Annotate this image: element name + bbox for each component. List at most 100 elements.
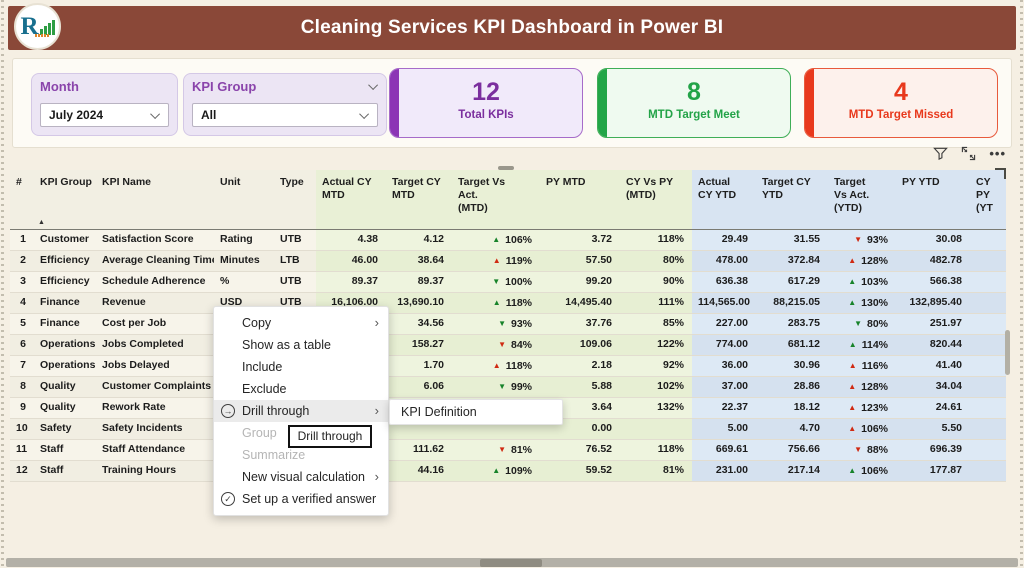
column-header[interactable]: Target Vs Act. (YTD) [828, 170, 896, 229]
visual-header-toolbar: ••• [933, 146, 1006, 161]
cell-unit: Rating [214, 230, 274, 250]
kpi-definition-label: KPI Definition [401, 405, 477, 419]
triangle-up-icon: ▲ [848, 383, 856, 391]
cell-act_ytd: 636.38 [692, 272, 756, 292]
cell-py_ytd: 566.38 [896, 272, 970, 292]
menu-item-new-visual-calculation[interactable]: New visual calculation› [214, 466, 388, 488]
menu-item-show-as-a-table[interactable]: Show as a table [214, 334, 388, 356]
percent-value: 130% [861, 294, 888, 313]
chevron-down-icon[interactable] [368, 80, 378, 90]
submenu-chevron-icon: › [375, 400, 379, 422]
filter-icon[interactable] [933, 146, 948, 161]
column-header[interactable]: Type [274, 170, 316, 229]
horizontal-scrollbar[interactable] [6, 558, 1018, 567]
column-header[interactable]: Target CY MTD [386, 170, 452, 229]
mtd-target-missed-card[interactable]: 4 MTD Target Missed [804, 68, 998, 138]
column-header[interactable]: Unit [214, 170, 274, 229]
cell-cyvpy_mtd: 81% [620, 461, 692, 481]
drillthrough-submenu-item[interactable]: KPI Definition [389, 399, 563, 425]
context-menu: Copy›Show as a tableIncludeExclude→Drill… [213, 306, 389, 516]
cell-type: UTB [274, 230, 316, 250]
triangle-down-icon: ▼ [498, 383, 506, 391]
month-slicer: Month July 2024 [31, 73, 178, 136]
column-header[interactable]: Target CY YTD [756, 170, 828, 229]
percent-value: 88% [867, 441, 888, 460]
column-header[interactable]: Actual CY MTD [316, 170, 386, 229]
month-dropdown[interactable]: July 2024 [40, 103, 169, 127]
horizontal-scrollbar-thumb[interactable] [480, 559, 542, 567]
table-row[interactable]: 12StaffTraining Hours44.16▲109%59.5281%2… [10, 461, 1006, 482]
menu-item-drill-through[interactable]: →Drill through› [214, 400, 388, 422]
cell-tva_ytd: ▲116% [828, 356, 896, 376]
menu-item-set-up-a-verified-answer[interactable]: ✓Set up a verified answer [214, 488, 388, 510]
table-row[interactable]: 6OperationsJobs Completed158.27▼84%109.0… [10, 335, 1006, 356]
percent-value: 80% [867, 315, 888, 334]
cell-act_ytd: 29.49 [692, 230, 756, 250]
table-row[interactable]: 8QualityCustomer Complaints6.06▼99%5.881… [10, 377, 1006, 398]
total-kpis-card[interactable]: 12 Total KPIs [389, 68, 583, 138]
cell-py_ytd: 696.39 [896, 440, 970, 460]
cell-py_mtd: 76.52 [540, 440, 620, 460]
cell-cyvpy_mtd: 102% [620, 377, 692, 397]
cell-cyvpy_mtd: 111% [620, 293, 692, 313]
visual-resize-handle[interactable] [995, 168, 1006, 179]
chevron-down-icon [359, 109, 369, 119]
cell-py_ytd: 34.04 [896, 377, 970, 397]
triangle-up-icon: ▲ [848, 299, 856, 307]
column-header[interactable]: # [10, 170, 34, 229]
cell-name: Satisfaction Score [96, 230, 214, 250]
cell-name: Schedule Adherence [96, 272, 214, 292]
column-header[interactable]: Target Vs Act. (MTD) [452, 170, 540, 229]
percent-value: 116% [862, 357, 888, 376]
cell-tgt_ytd: 681.12 [756, 335, 828, 355]
percent-value: 106% [861, 420, 888, 439]
menu-item-label: Drill through [242, 404, 309, 418]
percent-value: 118% [506, 357, 532, 376]
cell-tva_mtd: ▼93% [452, 314, 540, 334]
column-header[interactable]: PY YTD [896, 170, 970, 229]
cell-cyvpy_ytd [970, 398, 1006, 418]
dashboard-page: Cleaning Services KPI Dashboard in Power… [0, 0, 1024, 568]
cell-group: Quality [34, 377, 96, 397]
table-row[interactable]: 3EfficiencySchedule Adherence%UTB89.3789… [10, 272, 1006, 293]
column-header[interactable]: PY MTD [540, 170, 620, 229]
mtd-target-meet-value: 8 [598, 78, 790, 107]
table-row[interactable]: 5FinanceCost per Job34.56▼93%37.7685%227… [10, 314, 1006, 335]
focus-mode-icon[interactable] [961, 146, 976, 161]
table-row[interactable]: 2EfficiencyAverage Cleaning TimeMinutesL… [10, 251, 1006, 272]
column-header[interactable]: Actual CY YTD [692, 170, 756, 229]
cell-unit: Minutes [214, 251, 274, 271]
menu-item-copy[interactable]: Copy› [214, 312, 388, 334]
kpi-group-dropdown[interactable]: All [192, 103, 378, 127]
menu-item-exclude[interactable]: Exclude [214, 378, 388, 400]
percent-value: 128% [861, 378, 888, 397]
cell-cyvpy_mtd: 80% [620, 251, 692, 271]
more-options-icon[interactable]: ••• [989, 146, 1006, 161]
app-logo: R [14, 3, 61, 50]
cell-tva_mtd: ▲119% [452, 251, 540, 271]
kpi-group-slicer: KPI Group All [183, 73, 387, 136]
cell-py_mtd: 59.52 [540, 461, 620, 481]
column-header[interactable]: KPI Name [96, 170, 214, 229]
menu-item-include[interactable]: Include [214, 356, 388, 378]
table-row[interactable]: 11StaffStaff Attendance111.62▼81%76.5211… [10, 440, 1006, 461]
vertical-scrollbar-thumb[interactable] [1005, 330, 1010, 375]
cell-cyvpy_ytd [970, 293, 1006, 313]
chevron-down-icon [150, 109, 160, 119]
cell-cyvpy_ytd [970, 272, 1006, 292]
sort-ascending-icon[interactable]: ▲ [38, 219, 45, 226]
cell-act_ytd: 5.00 [692, 419, 756, 439]
cell-name: Jobs Delayed [96, 356, 214, 376]
table-row[interactable]: 7OperationsJobs Delayed1.70▲118%2.1892%3… [10, 356, 1006, 377]
visual-drag-handle[interactable] [498, 166, 514, 170]
percent-value: 106% [505, 231, 532, 250]
table-row[interactable]: 4FinanceRevenueUSDUTB16,106.0013,690.10▲… [10, 293, 1006, 314]
table-row[interactable]: 1CustomerSatisfaction ScoreRatingUTB4.38… [10, 230, 1006, 251]
column-header[interactable]: CY Vs PY (MTD) [620, 170, 692, 229]
cell-tva_ytd: ▲128% [828, 251, 896, 271]
mtd-target-meet-label: MTD Target Meet [598, 109, 790, 121]
cell-name: Revenue [96, 293, 214, 313]
cell-group: Customer [34, 230, 96, 250]
cell-act_ytd: 774.00 [692, 335, 756, 355]
mtd-target-meet-card[interactable]: 8 MTD Target Meet [597, 68, 791, 138]
